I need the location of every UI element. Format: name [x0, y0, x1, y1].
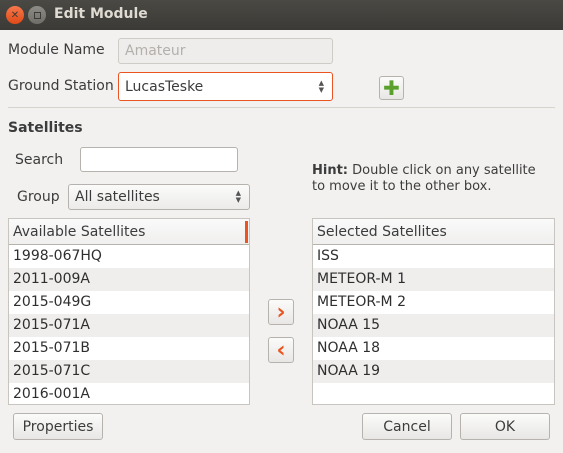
hint-bold: Hint: [312, 163, 349, 178]
search-input[interactable] [80, 147, 238, 172]
selected-header-label: Selected Satellites [317, 224, 447, 240]
selected-header[interactable]: Selected Satellites [313, 219, 554, 245]
add-ground-station-button[interactable]: ✚ [379, 76, 404, 100]
maximize-icon [33, 11, 41, 19]
module-name-label: Module Name [8, 42, 105, 58]
available-header-label: Available Satellites [13, 224, 146, 240]
list-item[interactable]: 2015-049G [9, 291, 249, 314]
separator [8, 107, 555, 108]
search-label: Search [15, 152, 64, 168]
list-item[interactable]: 2015-071B [9, 337, 249, 360]
chevron-left-icon: ‹ [276, 337, 286, 363]
ok-button[interactable]: OK [460, 413, 550, 440]
list-item[interactable]: NOAA 18 [313, 337, 554, 360]
list-item[interactable]: 2015-071C [9, 360, 249, 383]
list-item[interactable]: NOAA 15 [313, 314, 554, 337]
ground-station-value: LucasTeske [125, 78, 204, 95]
list-item[interactable]: METEOR-M 2 [313, 291, 554, 314]
module-name-input[interactable]: Amateur [118, 38, 333, 64]
plus-icon: ✚ [383, 76, 400, 100]
window-title: Edit Module [54, 6, 148, 22]
list-item[interactable]: 1998-067HQ [9, 245, 249, 268]
ground-station-label: Ground Station [8, 78, 114, 94]
move-right-button[interactable]: › [268, 299, 294, 325]
available-satellites-list[interactable]: Available Satellites 1998-067HQ 2011-009A… [8, 218, 250, 405]
available-header[interactable]: Available Satellites [9, 219, 249, 245]
maximize-button[interactable] [28, 6, 46, 24]
selected-satellites-list[interactable]: Selected Satellites ISS METEOR-M 1 METEOR-… [312, 218, 555, 405]
list-item[interactable]: METEOR-M 1 [313, 268, 554, 291]
hint-line2: to move it to the other box. [312, 179, 492, 194]
group-combo[interactable]: All satellites ▲ ▼ [68, 184, 250, 210]
spin-arrows-icon: ▲ ▼ [318, 78, 324, 94]
list-item[interactable]: 2011-009A [9, 268, 249, 291]
group-label: Group [17, 189, 60, 205]
hint-text: Hint: Double click on any satellite to m… [312, 163, 536, 195]
sort-indicator [245, 221, 248, 243]
close-icon: ✕ [10, 9, 20, 21]
move-left-button[interactable]: ‹ [268, 337, 294, 363]
list-item[interactable]: 2016-001A [9, 383, 249, 404]
hint-line1: Double click on any satellite [348, 163, 536, 178]
cancel-button[interactable]: Cancel [362, 413, 452, 440]
close-button[interactable]: ✕ [6, 6, 24, 24]
ground-station-combo[interactable]: LucasTeske ▲ ▼ [118, 72, 333, 101]
group-value: All satellites [75, 189, 160, 205]
list-item[interactable]: 2015-071A [9, 314, 249, 337]
properties-button[interactable]: Properties [13, 413, 103, 440]
chevron-right-icon: › [276, 299, 286, 325]
list-item[interactable]: ISS [313, 245, 554, 268]
list-item[interactable]: NOAA 19 [313, 360, 554, 383]
satellites-heading: Satellites [8, 120, 83, 136]
spin-arrows-icon: ▲ ▼ [235, 189, 241, 204]
